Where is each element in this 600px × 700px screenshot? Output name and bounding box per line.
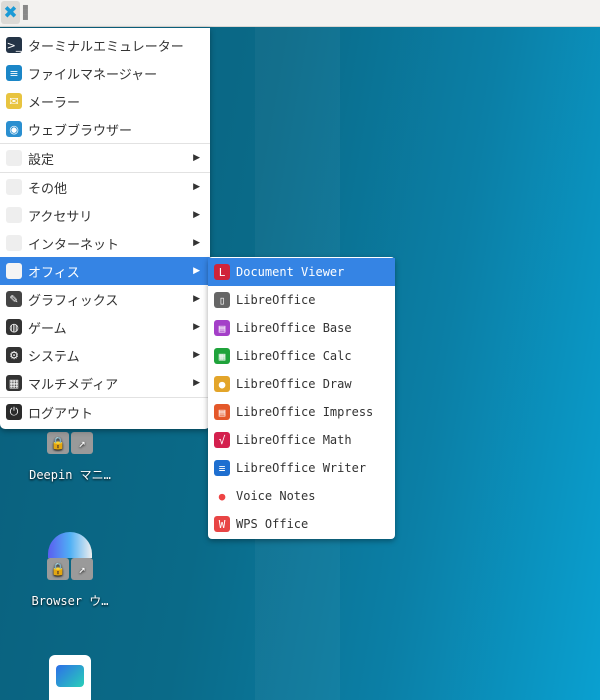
lock-icon: 🔒	[47, 558, 69, 580]
wps-office-icon: W	[214, 516, 230, 532]
shortcut-arrow-icon: ↗	[71, 558, 93, 580]
menu-item-label: Voice Notes	[236, 489, 316, 503]
menu-item-label: LibreOffice Draw	[236, 377, 352, 391]
menu-item-other-folder[interactable]: その他 ▶	[0, 173, 210, 201]
file-manager-icon: ≡	[6, 65, 22, 81]
menu-item-label: グラフィックス	[28, 293, 119, 309]
menu-item-libreoffice[interactable]: ▯ LibreOffice	[208, 286, 395, 314]
libreoffice-writer-icon: ≡	[214, 460, 230, 476]
accessories-folder-icon	[6, 207, 22, 223]
lock-icon: 🔒	[47, 432, 69, 454]
menu-item-label: ゲーム	[28, 321, 67, 337]
libreoffice-draw-icon: ●	[214, 376, 230, 392]
desktop-icon-deepin-manual[interactable]: 🔒 ↗ Deepin マニ…	[20, 432, 120, 483]
menu-item-label: アクセサリ	[28, 209, 93, 225]
application-menu: >_ ターミナルエミュレーター ≡ ファイルマネージャー ✉ メーラー ◉ ウェブブラウザー設…	[0, 28, 210, 429]
menu-item-wps-office[interactable]: W WPS Office	[208, 510, 395, 538]
browser-icon	[48, 532, 92, 558]
settings-folder-icon	[6, 150, 22, 166]
menu-item-gamepad[interactable]: ◍ ゲーム ▶	[0, 313, 210, 341]
menu-item-label: LibreOffice Base	[236, 321, 352, 335]
menu-item-settings-folder[interactable]: 設定 ▶	[0, 144, 210, 172]
gear-icon: ⚙	[6, 347, 22, 363]
menu-item-libreoffice-math[interactable]: √ LibreOffice Math	[208, 426, 395, 454]
menu-item-label: ファイルマネージャー	[28, 67, 158, 83]
menu-item-accessories-folder[interactable]: アクセサリ ▶	[0, 201, 210, 229]
menu-item-web-browser[interactable]: ◉ ウェブブラウザー	[0, 115, 210, 143]
submenu-arrow-icon: ▶	[193, 294, 200, 304]
web-browser-icon: ◉	[6, 121, 22, 137]
gamepad-icon: ◍	[6, 319, 22, 335]
office-folder-icon	[6, 263, 22, 279]
menu-item-label: 設定	[28, 152, 55, 168]
libreoffice-math-icon: √	[214, 432, 230, 448]
menu-item-libreoffice-draw[interactable]: ● LibreOffice Draw	[208, 370, 395, 398]
menu-item-label: その他	[28, 181, 68, 197]
menu-item-label: マルチメディア	[28, 377, 119, 393]
menu-item-label: WPS Office	[236, 517, 309, 531]
chat-icon	[56, 665, 84, 687]
menu-item-internet-folder[interactable]: インターネット ▶	[0, 229, 210, 257]
office-submenu: L Document Viewer ▯ LibreOffice ▤ LibreOffice…	[208, 257, 395, 539]
internet-folder-icon	[6, 235, 22, 251]
libreoffice-icon: ▯	[214, 292, 230, 308]
desktop-icon-label: Browser ウ…	[31, 594, 109, 608]
menu-item-label: ターミナルエミュレーター	[28, 39, 184, 55]
menu-item-film[interactable]: ▦ マルチメディア ▶	[0, 369, 210, 397]
menu-item-libreoffice-calc[interactable]: ▦ LibreOffice Calc	[208, 342, 395, 370]
menu-item-label: メーラー	[28, 95, 81, 111]
submenu-arrow-icon: ▶	[193, 153, 200, 163]
submenu-arrow-icon: ▶	[193, 182, 200, 192]
menu-item-office-folder[interactable]: オフィス ▶	[0, 257, 210, 285]
application-menu-button[interactable]: ✖	[1, 1, 20, 24]
document-viewer-icon: L	[214, 264, 230, 280]
menu-item-mail[interactable]: ✉ メーラー	[0, 87, 210, 115]
other-folder-icon	[6, 179, 22, 195]
libreoffice-impress-icon: ▤	[214, 404, 230, 420]
menu-item-label: システム	[28, 349, 80, 365]
menu-item-label: オフィス	[28, 265, 80, 281]
film-icon: ▦	[6, 375, 22, 391]
desktop-icon-label: Deepin マニ…	[29, 468, 111, 482]
menu-item-gear[interactable]: ⚙ システム ▶	[0, 341, 210, 369]
graphics-icon: ✎	[6, 291, 22, 307]
menu-item-label: LibreOffice	[236, 293, 316, 307]
submenu-arrow-icon: ▶	[193, 266, 200, 276]
menu-item-label: LibreOffice Impress	[236, 405, 374, 419]
voice-notes-icon: ●	[214, 488, 230, 504]
menu-item-voice-notes[interactable]: ● Voice Notes	[208, 482, 395, 510]
menu-item-file-manager[interactable]: ≡ ファイルマネージャー	[0, 59, 210, 87]
shortcut-arrow-icon: ↗	[71, 432, 93, 454]
menu-item-label: ログアウト	[28, 406, 94, 422]
menu-item-document-viewer[interactable]: L Document Viewer	[208, 258, 395, 286]
app-menu-icon: ✖	[3, 2, 18, 23]
desktop-icon-messenger[interactable]	[49, 655, 91, 700]
terminal-icon: >_	[6, 37, 22, 53]
submenu-arrow-icon: ▶	[193, 350, 200, 360]
mail-icon: ✉	[6, 93, 22, 109]
menu-item-label: LibreOffice Writer	[236, 461, 367, 475]
submenu-arrow-icon: ▶	[193, 210, 200, 220]
panel-handle-icon[interactable]: ▪ ▪ ▪	[22, 3, 29, 23]
submenu-arrow-icon: ▶	[193, 378, 200, 388]
desktop-icon-browser[interactable]: 🔒 ↗ Browser ウ…	[20, 532, 120, 609]
menu-item-label: Document Viewer	[236, 265, 345, 279]
menu-item-libreoffice-impress[interactable]: ▤ LibreOffice Impress	[208, 398, 395, 426]
menu-item-label: LibreOffice Math	[236, 433, 352, 447]
libreoffice-base-icon: ▤	[214, 320, 230, 336]
top-panel: ✖ ▪ ▪ ▪	[0, 0, 600, 27]
menu-item-libreoffice-writer[interactable]: ≡ LibreOffice Writer	[208, 454, 395, 482]
menu-item-graphics[interactable]: ✎ グラフィックス ▶	[0, 285, 210, 313]
menu-item-logout[interactable]: ⏻ ログアウト	[0, 398, 210, 426]
menu-item-libreoffice-base[interactable]: ▤ LibreOffice Base	[208, 314, 395, 342]
menu-item-label: インターネット	[28, 237, 120, 253]
menu-item-label: LibreOffice Calc	[236, 349, 352, 363]
menu-item-terminal[interactable]: >_ ターミナルエミュレーター	[0, 31, 210, 59]
submenu-arrow-icon: ▶	[193, 322, 200, 332]
libreoffice-calc-icon: ▦	[214, 348, 230, 364]
logout-icon: ⏻	[6, 404, 22, 420]
submenu-arrow-icon: ▶	[193, 238, 200, 248]
menu-item-label: ウェブブラウザー	[28, 123, 133, 139]
